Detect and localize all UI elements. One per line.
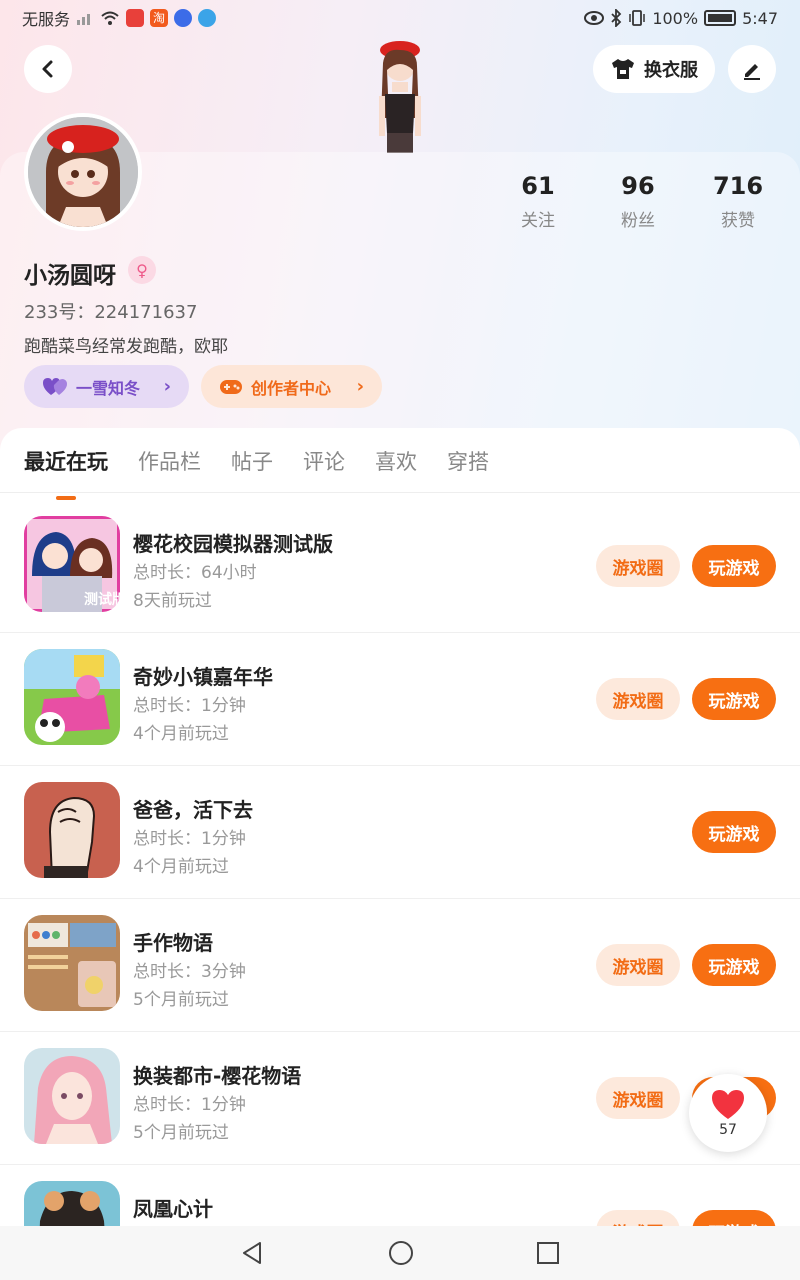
app-notification-icon: [126, 9, 145, 27]
play-game-button[interactable]: 玩游戏: [692, 678, 776, 720]
tab-works[interactable]: 作品栏: [138, 446, 201, 476]
avatar[interactable]: [24, 113, 142, 231]
status-bar: 无服务 淘 100% 5:47: [0, 0, 800, 36]
fan-club-label: 一雪知冬: [76, 378, 141, 398]
stat-following-label: 关注: [521, 211, 555, 231]
list-item[interactable]: 奇妙小镇嘉年华 总时长：1分钟 4个月前玩过 游戏圈 玩游戏: [0, 633, 800, 766]
browser-icon: [198, 9, 217, 27]
vibrate-icon: [629, 10, 646, 26]
nav-back-icon[interactable]: [240, 1240, 266, 1266]
nav-recent-icon[interactable]: [536, 1241, 560, 1265]
stat-likes-value: 716: [712, 172, 764, 200]
stat-fans-label: 粉丝: [621, 211, 655, 231]
list-item[interactable]: 测试版 樱花校园模拟器测试版 总时长：64小时 8天前玩过 游戏圈 玩游戏: [0, 500, 800, 633]
change-outfit-label: 换衣服: [644, 60, 698, 81]
change-outfit-button[interactable]: 换衣服: [593, 45, 715, 93]
game-name[interactable]: 奇妙小镇嘉年华: [133, 661, 273, 690]
edit-profile-button[interactable]: [728, 45, 776, 93]
game-circle-button[interactable]: 游戏圈: [596, 545, 680, 587]
game-icon-badge: 测试版: [84, 591, 120, 608]
list-item[interactable]: 换装都市-樱花物语 总时长：1分钟 5个月前玩过 游戏圈 玩游戏: [0, 1032, 800, 1165]
game-circle-button[interactable]: 游戏圈: [596, 1077, 680, 1119]
game-last-played: 5个月前玩过: [133, 990, 229, 1010]
creator-center-label: 创作者中心: [251, 378, 332, 398]
bluetooth-icon: [611, 9, 622, 27]
game-playtime: 总时长：3分钟: [133, 962, 246, 982]
status-left: 无服务 淘: [22, 6, 217, 30]
game-name[interactable]: 凤凰心计: [133, 1193, 213, 1222]
game-icon[interactable]: [24, 1048, 120, 1144]
game-playtime: 总时长：1分钟: [133, 829, 246, 849]
profile-tabs: 最近在玩 作品栏 帖子 评论 喜欢 穿搭: [24, 446, 489, 476]
game-icon[interactable]: [24, 649, 120, 745]
tab-recent[interactable]: 最近在玩: [24, 446, 108, 476]
play-game-button[interactable]: 玩游戏: [692, 811, 776, 853]
tab-comments[interactable]: 评论: [303, 446, 345, 476]
battery-percent: 100%: [652, 8, 699, 28]
fan-club-button[interactable]: 一雪知冬 ›: [24, 365, 189, 408]
tab-posts[interactable]: 帖子: [231, 446, 273, 476]
stat-fans-value: 96: [621, 172, 655, 200]
list-item[interactable]: 手作物语 总时长：3分钟 5个月前玩过 游戏圈 玩游戏: [0, 899, 800, 1032]
chevron-right-icon: ›: [356, 376, 364, 397]
stat-following-value: 61: [521, 172, 555, 200]
game-icon[interactable]: 测试版: [24, 516, 120, 612]
stat-likes[interactable]: 716 获赞: [688, 172, 788, 231]
avatar-image: [28, 117, 138, 227]
gender-female-icon: ♀: [128, 256, 156, 284]
hearts-icon: [43, 377, 67, 395]
carrier-text: 无服务: [22, 10, 71, 29]
list-item[interactable]: 爸爸，活下去 总时长：1分钟 4个月前玩过 玩游戏: [0, 766, 800, 899]
chevron-right-icon: ›: [163, 376, 171, 397]
game-last-played: 5个月前玩过: [133, 1123, 229, 1143]
signal-icon: [77, 14, 91, 25]
game-name[interactable]: 换装都市-樱花物语: [133, 1060, 301, 1089]
user-id: 233号：224171637: [24, 302, 198, 323]
back-button[interactable]: [24, 45, 72, 93]
like-count: 57: [719, 1122, 737, 1138]
nickname: 小汤圆呀: [24, 263, 116, 289]
game-playtime: 总时长：1分钟: [133, 696, 246, 716]
status-right: 100% 5:47: [584, 9, 778, 28]
stat-following[interactable]: 61 关注: [488, 172, 588, 231]
wifi-icon: [101, 11, 119, 25]
game-playtime: 总时长：64小时: [133, 563, 257, 583]
creator-center-button[interactable]: 创作者中心 ›: [201, 365, 382, 408]
bio: 跑酷菜鸟经常发跑酷，欧耶: [24, 337, 228, 357]
game-last-played: 4个月前玩过: [133, 857, 229, 877]
music-icon: [174, 9, 193, 27]
play-game-button[interactable]: 玩游戏: [692, 545, 776, 587]
recent-games-list: 测试版 樱花校园模拟器测试版 总时长：64小时 8天前玩过 游戏圈 玩游戏 奇妙…: [0, 500, 800, 1280]
game-icon[interactable]: [24, 915, 120, 1011]
system-nav-bar: [0, 1226, 800, 1280]
tab-likes[interactable]: 喜欢: [375, 446, 417, 476]
game-last-played: 4个月前玩过: [133, 724, 229, 744]
game-name[interactable]: 爸爸，活下去: [133, 794, 253, 823]
game-last-played: 8天前玩过: [133, 591, 212, 611]
taobao-icon: 淘: [150, 9, 169, 27]
tab-outfits[interactable]: 穿搭: [447, 446, 489, 476]
stat-fans[interactable]: 96 粉丝: [588, 172, 688, 231]
shirt-icon: [612, 59, 634, 79]
game-circle-button[interactable]: 游戏圈: [596, 678, 680, 720]
heart-icon: [712, 1090, 744, 1119]
avatar-character-figure[interactable]: [355, 38, 445, 153]
edit-icon: [744, 64, 760, 80]
game-name[interactable]: 樱花校园模拟器测试版: [133, 528, 333, 557]
back-icon: [42, 60, 53, 78]
game-playtime: 总时长：1分钟: [133, 1095, 246, 1115]
game-circle-button[interactable]: 游戏圈: [596, 944, 680, 986]
game-name[interactable]: 手作物语: [133, 927, 213, 956]
play-game-button[interactable]: 玩游戏: [692, 944, 776, 986]
profile-stats: 61 关注 96 粉丝 716 获赞: [488, 172, 788, 231]
nav-home-icon[interactable]: [387, 1239, 415, 1267]
game-icon[interactable]: [24, 782, 120, 878]
battery-icon: [704, 10, 737, 26]
tabs-divider: [0, 492, 800, 493]
floating-like-button[interactable]: 57: [689, 1074, 767, 1152]
gamepad-icon: [220, 379, 242, 394]
stat-likes-label: 获赞: [721, 211, 755, 231]
eye-icon: [584, 11, 605, 25]
clock: 5:47: [742, 8, 778, 28]
